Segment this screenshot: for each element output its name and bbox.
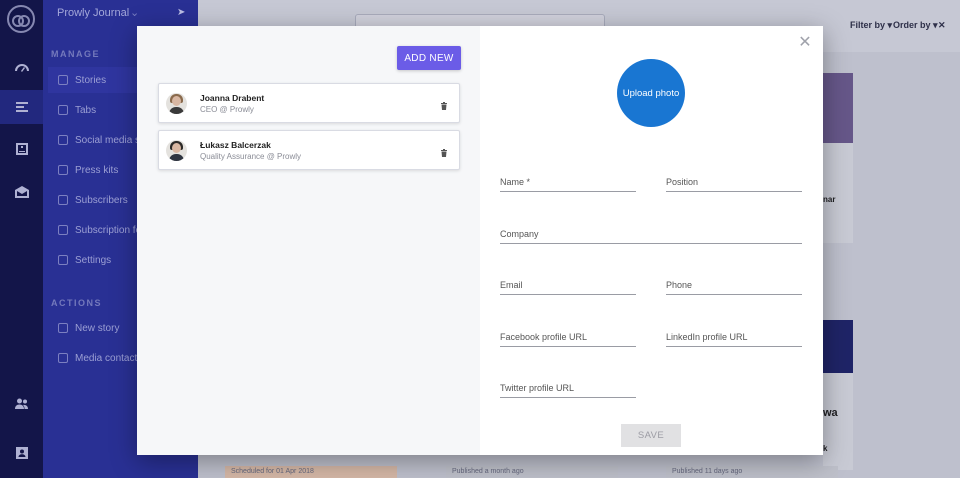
email-field[interactable]: Email — [500, 277, 636, 295]
name-field[interactable]: Name * — [500, 174, 636, 192]
linkedin-url-label: LinkedIn profile URL — [666, 332, 748, 342]
twitter-url-label: Twitter profile URL — [500, 383, 575, 393]
contact-card[interactable]: Łukasz Balcerzak Quality Assurance @ Pro… — [158, 130, 460, 170]
contact-role: CEO @ Prowly — [200, 105, 254, 114]
contact-role: Quality Assurance @ Prowly — [200, 152, 302, 161]
close-icon[interactable]: ✕ — [798, 35, 812, 51]
phone-field[interactable]: Phone — [666, 277, 802, 295]
contact-card[interactable]: Joanna Drabent CEO @ Prowly — [158, 83, 460, 123]
upload-photo-button[interactable]: Upload photo — [617, 59, 685, 127]
phone-label: Phone — [666, 280, 693, 290]
contact-form: ✕ Upload photo Name * Position Company E… — [480, 26, 823, 455]
contact-name: Łukasz Balcerzak — [200, 140, 271, 150]
avatar — [166, 140, 187, 161]
position-label: Position — [666, 177, 699, 187]
contact-name: Joanna Drabent — [200, 93, 265, 103]
facebook-url-label: Facebook profile URL — [500, 332, 588, 342]
linkedin-url-field[interactable]: LinkedIn profile URL — [666, 329, 802, 347]
save-button[interactable]: SAVE — [621, 424, 681, 447]
email-label: Email — [500, 280, 523, 290]
twitter-url-field[interactable]: Twitter profile URL — [500, 380, 636, 398]
position-field[interactable]: Position — [666, 174, 802, 192]
avatar — [166, 93, 187, 114]
trash-icon[interactable] — [439, 145, 449, 157]
name-label: Name * — [500, 177, 531, 187]
contact-modal: ADD NEW Joanna Drabent CEO @ Prowly Łuka… — [137, 26, 823, 455]
contacts-panel: ADD NEW Joanna Drabent CEO @ Prowly Łuka… — [137, 26, 480, 455]
company-label: Company — [500, 229, 539, 239]
company-field[interactable]: Company — [500, 226, 802, 244]
trash-icon[interactable] — [439, 98, 449, 110]
add-new-button[interactable]: ADD NEW — [397, 46, 461, 70]
facebook-url-field[interactable]: Facebook profile URL — [500, 329, 636, 347]
